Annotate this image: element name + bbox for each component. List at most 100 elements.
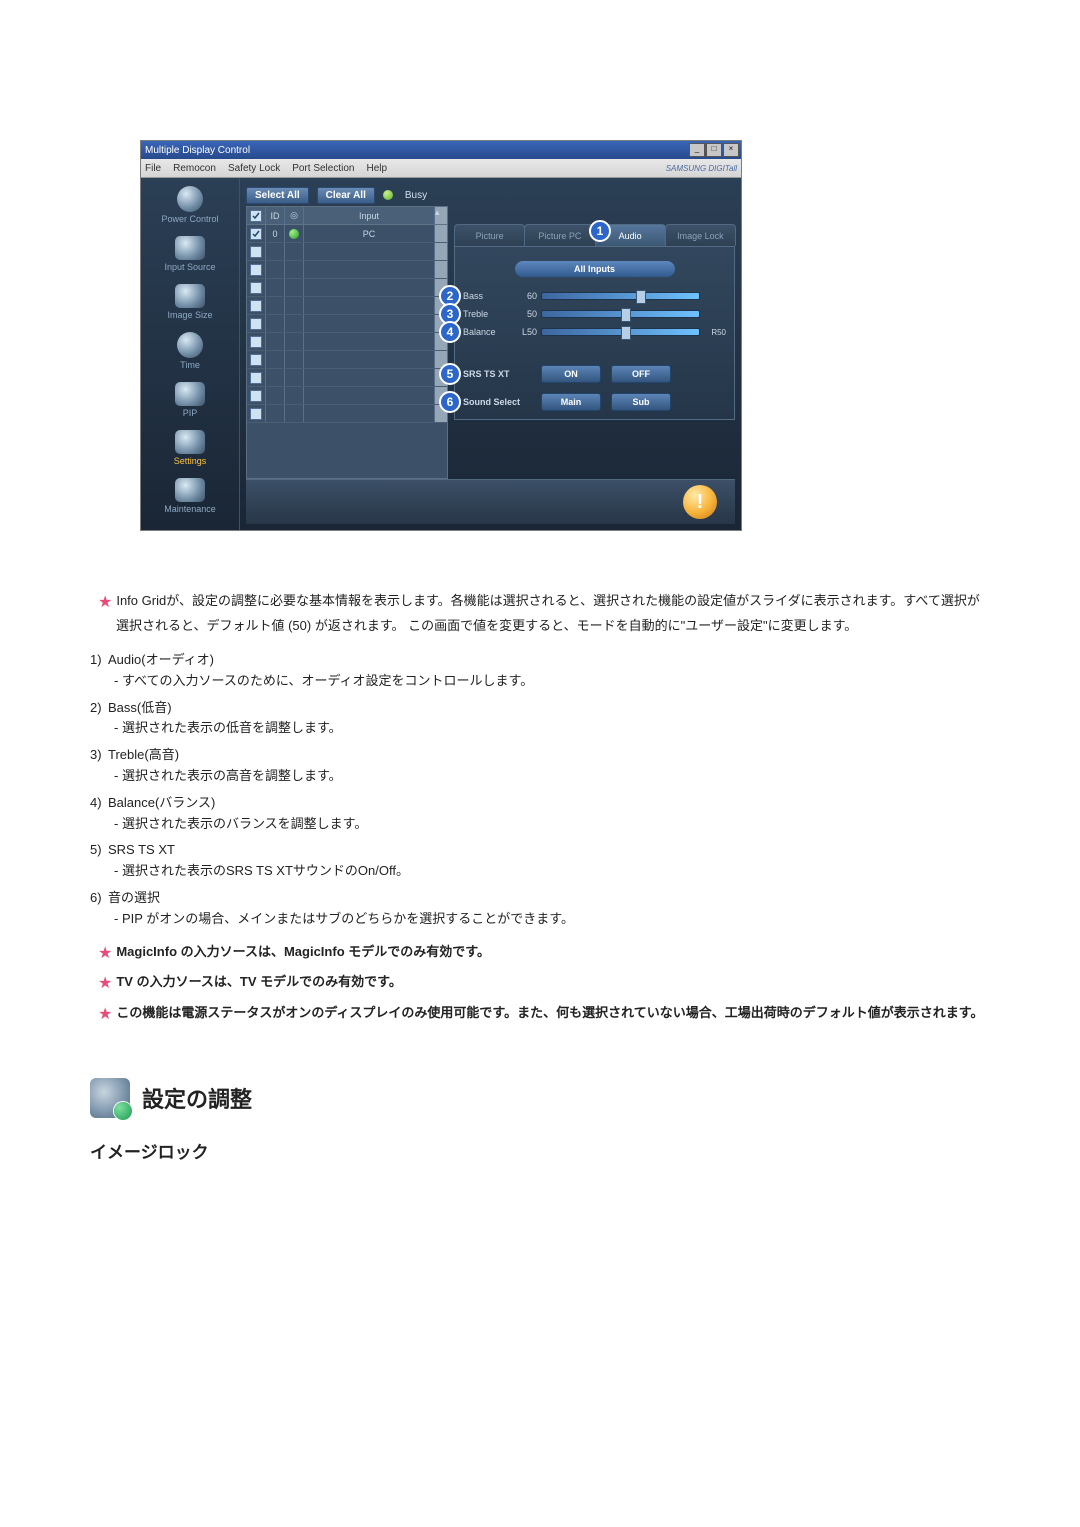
- sidebar-item-settings[interactable]: Settings: [141, 428, 239, 476]
- close-icon[interactable]: ×: [723, 143, 739, 157]
- star-icon: ★: [98, 594, 112, 611]
- row-checkbox[interactable]: [250, 300, 262, 312]
- window-title: Multiple Display Control: [145, 145, 250, 156]
- row-checkbox[interactable]: [250, 246, 262, 258]
- row-sound select: 6 Sound Select MainSub: [463, 393, 726, 411]
- menu-safety-lock[interactable]: Safety Lock: [228, 163, 280, 174]
- slider-right-label: R50: [700, 328, 726, 337]
- tab-picture-pc[interactable]: Picture PC: [524, 224, 595, 246]
- numbered-list: 1)Audio(オーディオ) - すべての入力ソースのために、オーディオ設定をコ…: [90, 650, 990, 930]
- scroll-up-icon[interactable]: ▴: [435, 207, 447, 224]
- row-checkbox[interactable]: [250, 408, 262, 420]
- slider-track[interactable]: [541, 292, 700, 300]
- list-item: 1)Audio(オーディオ) - すべての入力ソースのために、オーディオ設定をコ…: [90, 650, 990, 692]
- table-row[interactable]: [247, 387, 447, 405]
- option-on-button[interactable]: ON: [541, 365, 601, 383]
- slider-thumb[interactable]: [621, 308, 631, 322]
- menu-file[interactable]: File: [145, 163, 161, 174]
- maximize-icon[interactable]: □: [706, 143, 722, 157]
- maintenance-icon: [175, 478, 205, 502]
- table-row[interactable]: [247, 261, 447, 279]
- row-checkbox[interactable]: [250, 264, 262, 276]
- list-item: 2)Bass(低音) - 選択された表示の低音を調整します。: [90, 698, 990, 740]
- row-checkbox[interactable]: [250, 390, 262, 402]
- note-power-status: ★この機能は電源ステータスがオンのディスプレイのみ使用可能です。また、何も選択さ…: [108, 1003, 990, 1028]
- row-checkbox[interactable]: [250, 282, 262, 294]
- brand-label: SAMSUNG DIGITall: [666, 164, 737, 173]
- section-header: 設定の調整: [90, 1078, 990, 1118]
- star-icon: ★: [98, 975, 112, 992]
- menu-help[interactable]: Help: [366, 163, 387, 174]
- section-title: 設定の調整: [142, 1082, 252, 1114]
- note-tv: ★TV の入力ソースは、TV モデルでのみ有効です。: [108, 972, 990, 997]
- note-info-grid: ★Info Gridが、設定の調整に必要な基本情報を表示します。各機能は選択され…: [108, 591, 990, 636]
- sidebar-item-time[interactable]: Time: [141, 330, 239, 380]
- list-item: 3)Treble(高音) - 選択された表示の高音を調整します。: [90, 745, 990, 787]
- slider-track[interactable]: [541, 310, 700, 318]
- slider-thumb[interactable]: [636, 290, 646, 304]
- list-item: 5)SRS TS XT - 選択された表示のSRS TS XTサウンドのOn/O…: [90, 840, 990, 882]
- slider-treble: 3 Treble 50: [463, 309, 726, 319]
- select-all-checkbox[interactable]: [250, 210, 262, 222]
- busy-label: Busy: [405, 190, 427, 201]
- option-main-button[interactable]: Main: [541, 393, 601, 411]
- all-inputs-pill[interactable]: All Inputs: [515, 261, 675, 277]
- footer-bar: !: [246, 479, 735, 524]
- slider-value: 60: [511, 291, 537, 301]
- table-row[interactable]: [247, 315, 447, 333]
- table-row[interactable]: [247, 369, 447, 387]
- power-icon: [177, 186, 203, 212]
- row-checkbox[interactable]: [250, 372, 262, 384]
- slider-track[interactable]: [541, 328, 700, 336]
- sidebar-item-image-size[interactable]: Image Size: [141, 282, 239, 330]
- option-sub-button[interactable]: Sub: [611, 393, 671, 411]
- minimize-icon[interactable]: _: [689, 143, 705, 157]
- slider-value: L50: [511, 327, 537, 337]
- col-input: Input: [304, 207, 435, 224]
- clear-all-button[interactable]: Clear All: [317, 187, 375, 204]
- slider-thumb[interactable]: [621, 326, 631, 340]
- row-checkbox[interactable]: [250, 336, 262, 348]
- annotation-badge-5: 5: [439, 363, 461, 385]
- time-icon: [177, 332, 203, 358]
- col-id: ID: [266, 207, 285, 224]
- status-header-icon: ◎: [285, 207, 304, 224]
- sidebar-item-pip[interactable]: PIP: [141, 380, 239, 428]
- menu-port-selection[interactable]: Port Selection: [292, 163, 354, 174]
- slider-balance: 4 Balance L50 R50: [463, 327, 726, 337]
- sidebar-item-input-source[interactable]: Input Source: [141, 234, 239, 282]
- window-titlebar[interactable]: Multiple Display Control _ □ ×: [141, 141, 741, 159]
- annotation-badge-4: 4: [439, 321, 461, 343]
- note-magicinfo: ★MagicInfo の入力ソースは、MagicInfo モデルでのみ有効です。: [108, 942, 990, 967]
- slider-label: Bass: [463, 291, 511, 301]
- annotation-badge-6: 6: [439, 391, 461, 413]
- table-row[interactable]: [247, 279, 447, 297]
- busy-icon: [383, 190, 393, 200]
- row-label: SRS TS XT: [463, 369, 541, 379]
- table-row[interactable]: [247, 333, 447, 351]
- mdc-window: Multiple Display Control _ □ × File Remo…: [140, 140, 742, 531]
- row-srs ts xt: 5 SRS TS XT ONOFF: [463, 365, 726, 383]
- star-icon: ★: [98, 945, 112, 962]
- table-row[interactable]: [247, 351, 447, 369]
- sidebar: Power Control Input Source Image Size Ti…: [141, 178, 239, 530]
- slider-bass: 2 Bass 60: [463, 291, 726, 301]
- table-row[interactable]: [247, 405, 447, 423]
- row-checkbox[interactable]: [250, 354, 262, 366]
- image-size-icon: [175, 284, 205, 308]
- row-checkbox[interactable]: [250, 228, 262, 240]
- input-source-icon: [175, 236, 205, 260]
- table-row[interactable]: 0 PC: [247, 225, 447, 243]
- status-dot-icon: [289, 229, 299, 239]
- select-all-button[interactable]: Select All: [246, 187, 309, 204]
- menu-remocon[interactable]: Remocon: [173, 163, 216, 174]
- tab-image-lock[interactable]: Image Lock: [665, 224, 736, 246]
- star-icon: ★: [98, 1006, 112, 1023]
- table-row[interactable]: [247, 297, 447, 315]
- tab-picture[interactable]: Picture: [454, 224, 525, 246]
- table-row[interactable]: [247, 243, 447, 261]
- sidebar-item-power-control[interactable]: Power Control: [141, 184, 239, 234]
- sidebar-item-maintenance[interactable]: Maintenance: [141, 476, 239, 524]
- option-off-button[interactable]: OFF: [611, 365, 671, 383]
- row-checkbox[interactable]: [250, 318, 262, 330]
